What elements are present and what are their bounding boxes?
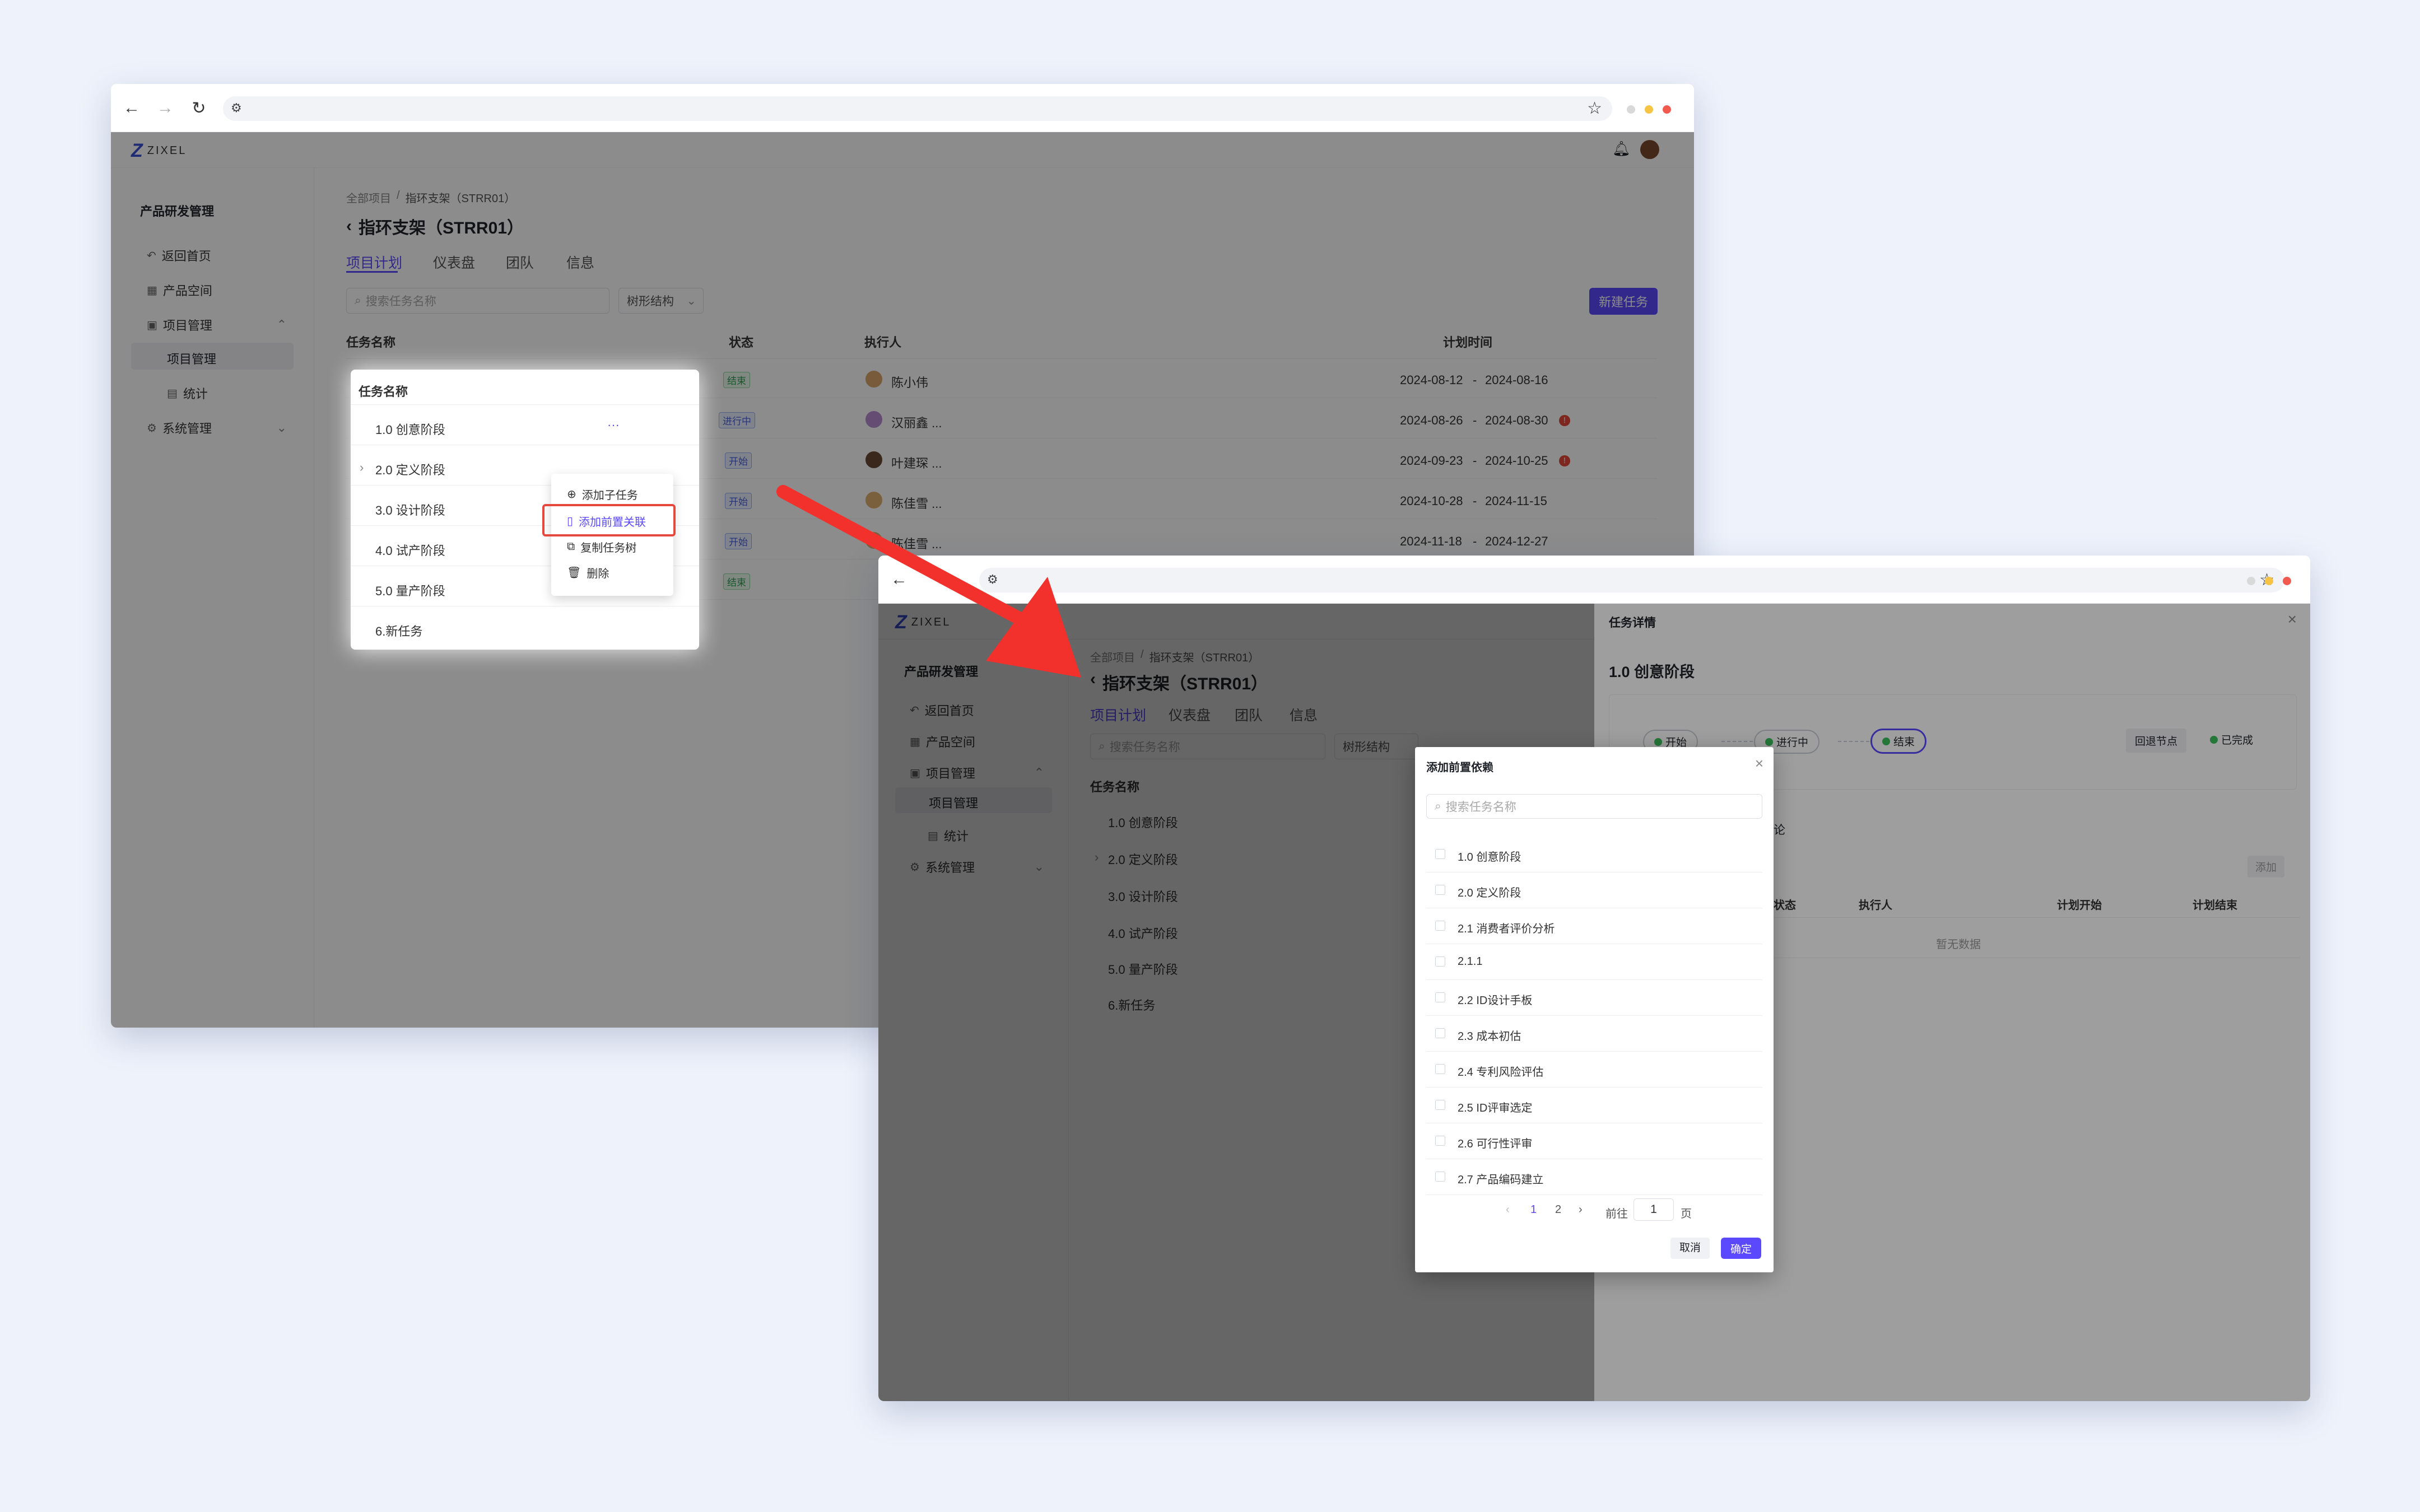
annotation-arrow xyxy=(776,485,1081,678)
